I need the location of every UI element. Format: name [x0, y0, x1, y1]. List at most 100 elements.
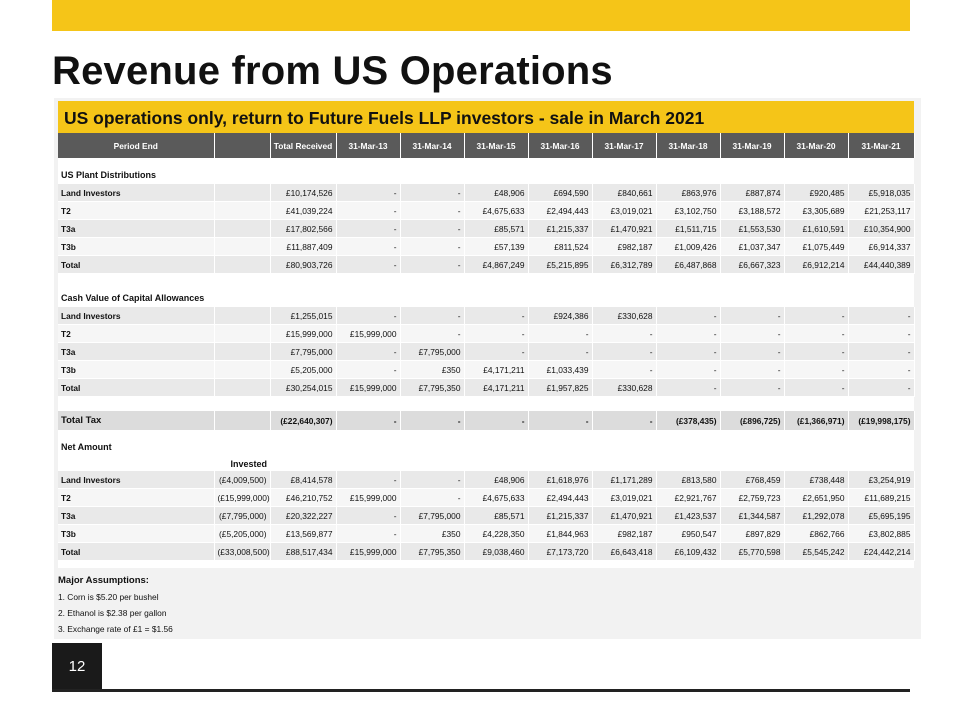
assumptions-title: Major Assumptions: [58, 575, 149, 586]
table-row: Total £80,903,726- - £4,867,249 £5,215,895 £6… [58, 255, 915, 274]
table-cell: - [400, 201, 465, 220]
table-cell: £1,292,078 [784, 506, 849, 525]
column-header: Period End [58, 133, 215, 158]
table-cell [214, 184, 271, 202]
table-cell: - [464, 342, 529, 361]
column-header: 31-Mar-20 [784, 133, 849, 158]
table-cell: - [592, 342, 657, 361]
table-cell: - [528, 324, 593, 343]
section-title: US Plant Distributions [58, 165, 914, 184]
table-cell: - [336, 506, 401, 525]
empty-cell [270, 396, 336, 411]
empty-cell [464, 456, 528, 471]
table-cell [214, 324, 271, 343]
table-cell: £887,874 [720, 184, 785, 202]
table-cell [214, 219, 271, 238]
table-cell: £1,215,337 [528, 506, 593, 525]
table-cell: - [336, 237, 401, 256]
table-cell: - [656, 360, 721, 379]
empty-cell [592, 273, 656, 288]
table-cell: £9,038,460 [464, 542, 529, 561]
table-cell: £46,210,752 [270, 488, 337, 507]
table-cell: £4,675,633 [464, 201, 529, 220]
table-cell: - [720, 324, 785, 343]
table-row: Land Investors (£4,009,500) £8,414,578- - £4… [58, 471, 915, 489]
column-header [214, 133, 271, 158]
table-cell: £920,485 [784, 184, 849, 202]
column-header: 31-Mar-16 [528, 133, 593, 158]
empty-cell [336, 430, 400, 437]
table-cell: £6,912,214 [784, 255, 849, 274]
table-cell: £10,354,900 [848, 219, 915, 238]
table-cell: £7,795,350 [400, 542, 465, 561]
table-cell: - [848, 307, 915, 325]
section-net-amount: Net Amount [58, 437, 914, 456]
empty-cell [400, 430, 464, 437]
table-cell: £11,689,215 [848, 488, 915, 507]
empty-cell [784, 396, 848, 411]
table-cell: £20,322,227 [270, 506, 337, 525]
empty-cell [214, 430, 270, 437]
table-cell: - [592, 324, 657, 343]
column-header: 31-Mar-18 [656, 133, 721, 158]
table-cell: £1,037,347 [720, 237, 785, 256]
empty-cell [400, 456, 464, 471]
spacer-row [58, 396, 914, 411]
table-cell: £862,766 [784, 524, 849, 543]
empty-cell [400, 273, 464, 288]
table-row: Total £30,254,015 £15,999,000 £7,795,350 £4,… [58, 378, 915, 397]
table-row: T3a £7,795,000- £7,795,000- - - - - - - [58, 342, 915, 361]
table-cell: £2,921,767 [656, 488, 721, 507]
table-cell: (£15,999,000) [214, 488, 271, 507]
table-cell: £2,494,443 [528, 488, 593, 507]
empty-cell [58, 273, 214, 288]
table-cell: £950,547 [656, 524, 721, 543]
empty-cell [214, 273, 270, 288]
empty-cell [848, 396, 914, 411]
empty-cell [58, 456, 214, 471]
table-cell: (£22,640,307) [270, 411, 337, 430]
empty-cell [58, 430, 214, 437]
empty-cell [592, 456, 656, 471]
empty-cell [848, 430, 914, 437]
spacer-row [58, 273, 914, 288]
empty-cell [336, 396, 400, 411]
table-cell: - [592, 360, 657, 379]
table-cell: - [656, 378, 721, 397]
table-cell: £5,918,035 [848, 184, 915, 202]
table-cell: £1,618,976 [528, 471, 593, 489]
page-number: 12 [52, 643, 102, 690]
table-cell: £330,628 [592, 378, 657, 397]
table-cell: £6,109,432 [656, 542, 721, 561]
empty-cell [214, 396, 270, 411]
row-label: T3a [58, 342, 215, 361]
assumption-item: 3. Exchange rate of £1 = $1.56 [58, 624, 173, 634]
table-cell: £85,571 [464, 219, 529, 238]
table-cell: - [720, 342, 785, 361]
empty-cell [214, 158, 270, 165]
empty-cell [270, 456, 336, 471]
table-cell: £44,440,389 [848, 255, 915, 274]
table-cell [214, 255, 271, 274]
table-cell: - [656, 342, 721, 361]
empty-cell [336, 456, 400, 471]
table-cell: £1,215,337 [528, 219, 593, 238]
row-label: T2 [58, 201, 215, 220]
table-cell: £897,829 [720, 524, 785, 543]
table-cell: £4,171,211 [464, 378, 529, 397]
section-title: Net Amount [58, 437, 914, 456]
row-label: Land Investors [58, 307, 215, 325]
row-label: T3b [58, 524, 215, 543]
table-cell: - [400, 411, 465, 430]
table-cell: - [848, 342, 915, 361]
table-cell: £88,517,434 [270, 542, 337, 561]
table-cell: (£896,725) [720, 411, 785, 430]
spacer-row [58, 158, 914, 165]
table-cell: £24,442,214 [848, 542, 915, 561]
table-cell: - [784, 307, 849, 325]
assumption-item: 1. Corn is $5.20 per bushel [58, 592, 159, 602]
table-cell [214, 411, 271, 430]
table-cell: £48,906 [464, 471, 529, 489]
empty-cell [848, 158, 914, 165]
table-cell: £15,999,000 [336, 378, 401, 397]
